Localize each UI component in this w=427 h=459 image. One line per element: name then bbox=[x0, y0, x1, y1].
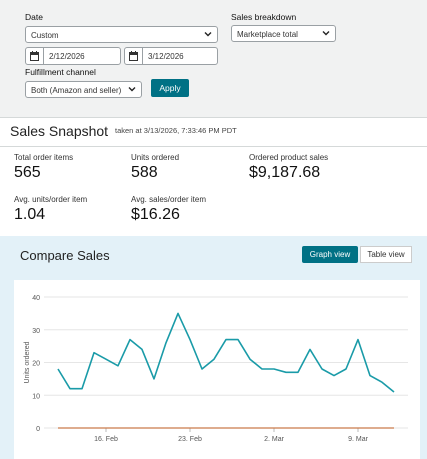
calendar-icon[interactable] bbox=[125, 48, 143, 64]
x-tick-label: 23. Feb bbox=[178, 436, 202, 443]
chevron-down-icon bbox=[127, 84, 137, 96]
breakdown-value: Marketplace total bbox=[237, 30, 298, 39]
fulfillment-select[interactable]: Both (Amazon and seller) bbox=[25, 81, 142, 98]
graph-view-button[interactable]: Graph view bbox=[302, 246, 358, 263]
y-tick-label: 20 bbox=[32, 361, 40, 368]
breakdown-select[interactable]: Marketplace total bbox=[231, 25, 336, 42]
metric-value: 1.04 bbox=[14, 206, 46, 223]
snapshot-timestamp: taken at 3/13/2026, 7:33:46 PM PDT bbox=[115, 126, 237, 135]
metric-label: Ordered product sales bbox=[249, 153, 329, 162]
date-label: Date bbox=[25, 12, 43, 22]
section-divider bbox=[0, 117, 427, 118]
y-tick-label: 30 bbox=[32, 328, 40, 335]
chevron-down-icon bbox=[321, 28, 331, 40]
filters-panel: Date Custom 2/12/2026 3/12/2026 Fulfillm… bbox=[0, 0, 427, 117]
snapshot-title: Sales Snapshot bbox=[10, 123, 109, 139]
metric-value: 588 bbox=[131, 164, 158, 181]
section-divider bbox=[0, 146, 427, 147]
y-axis-label: Units ordered bbox=[24, 341, 31, 383]
calendar-icon[interactable] bbox=[26, 48, 44, 64]
x-tick-label: 16. Feb bbox=[94, 436, 118, 443]
metric-label: Avg. units/order item bbox=[14, 195, 88, 204]
metric-label: Total order items bbox=[14, 153, 74, 162]
end-date-value: 3/12/2026 bbox=[148, 52, 184, 61]
date-range-select[interactable]: Custom bbox=[25, 26, 218, 43]
fulfillment-label: Fulfillment channel bbox=[25, 67, 96, 77]
table-view-button[interactable]: Table view bbox=[360, 246, 412, 263]
y-tick-label: 10 bbox=[32, 393, 40, 400]
metric-value: 565 bbox=[14, 164, 41, 181]
y-tick-label: 0 bbox=[36, 426, 40, 433]
chevron-down-icon bbox=[203, 29, 213, 41]
line-chart-svg: 0 10 20 30 40 Units ordered 16. Feb 23. Feb 2. M… bbox=[24, 295, 408, 443]
x-tick-label: 2. Mar bbox=[264, 436, 285, 443]
series-line bbox=[57, 312, 395, 393]
apply-button[interactable]: Apply bbox=[151, 79, 189, 97]
breakdown-label: Sales breakdown bbox=[231, 12, 297, 22]
units-chart: 0 10 20 30 40 Units ordered 16. Feb 23. Feb 2. M… bbox=[14, 280, 420, 459]
date-range-value: Custom bbox=[31, 31, 59, 40]
start-date-field[interactable]: 2/12/2026 bbox=[25, 47, 121, 65]
compare-title: Compare Sales bbox=[20, 248, 110, 263]
fulfillment-value: Both (Amazon and seller) bbox=[31, 86, 122, 95]
x-tick-label: 9. Mar bbox=[348, 436, 369, 443]
metric-label: Avg. sales/order item bbox=[131, 195, 206, 204]
end-date-field[interactable]: 3/12/2026 bbox=[124, 47, 218, 65]
metric-value: $16.26 bbox=[131, 206, 180, 223]
metric-value: $9,187.68 bbox=[249, 164, 321, 181]
y-tick-label: 40 bbox=[32, 295, 40, 302]
start-date-value: 2/12/2026 bbox=[49, 52, 85, 61]
metric-label: Units ordered bbox=[131, 153, 180, 162]
